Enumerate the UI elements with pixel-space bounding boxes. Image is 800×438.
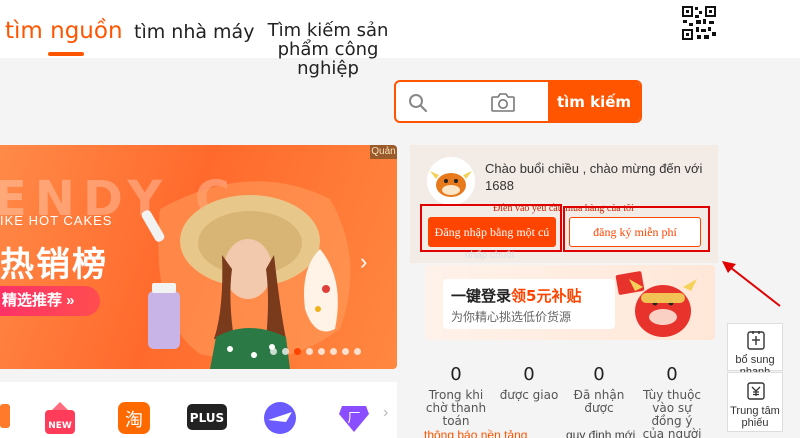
active-tab-underline (48, 52, 84, 56)
voucher-icon (747, 382, 765, 400)
quick-supplement-tool[interactable]: bổ sung nhanh chóng (727, 323, 783, 390)
tab-industrial-products[interactable]: Tìm kiếm sản phẩm công nghiệp (262, 21, 394, 78)
order-stat[interactable]: 0 Đã nhận được (566, 365, 632, 415)
banner-corner-tag: Quản (370, 145, 397, 159)
camera-icon[interactable] (490, 91, 516, 113)
promo-title-accent: 领5元补贴 (511, 287, 582, 305)
highlight-box-login (420, 204, 562, 252)
order-stat-count: 0 (450, 364, 462, 385)
red-annotation-arrow (722, 261, 781, 307)
order-stat[interactable]: 0 được giao (496, 365, 562, 402)
tab-new-rules[interactable]: quy định mới (566, 428, 635, 438)
taobao-icon[interactable]: 淘 (116, 400, 152, 436)
order-stat-label: Tùy thuộc vào sự đồng ý của người bán (642, 388, 702, 438)
supplement-icon (747, 331, 765, 350)
order-stat[interactable]: 0 Tùy thuộc vào sự đồng ý của người bán (639, 365, 705, 438)
bull-mascot-avatar (427, 157, 475, 205)
factory-direct-icon[interactable]: 厂 (336, 400, 372, 436)
greeting-text: Chào buổi chiều , chào mừng đến với 1688 (485, 161, 703, 193)
plus-membership-icon[interactable]: PLUS (186, 400, 228, 434)
tab-platform-notice[interactable]: thông báo nền tảng (424, 428, 527, 438)
svg-text:NEW: NEW (48, 421, 72, 431)
promo-subtitle: 为你精心挑选低价货源 (451, 310, 572, 324)
svg-text:淘: 淘 (125, 410, 143, 431)
carousel-dot[interactable] (282, 348, 289, 355)
carousel-dot[interactable] (330, 348, 337, 355)
svg-text:厂: 厂 (347, 411, 360, 426)
order-stat-label: Trong khi chờ thanh toán (425, 388, 487, 428)
promo-title: 一键登录领5元补贴 (451, 285, 581, 306)
promo-title-prefix: 一键登录 (451, 287, 512, 305)
bull-mascot-illustration (615, 271, 697, 337)
order-stat-label: Đã nhận được (573, 388, 625, 415)
carousel-dot[interactable] (306, 348, 313, 355)
carousel-dot[interactable] (342, 348, 349, 355)
svg-text:PLUS: PLUS (190, 411, 224, 425)
search-icon (409, 94, 428, 113)
tab-find-source[interactable]: tìm nguồn (5, 18, 123, 44)
carousel-dots[interactable] (270, 348, 361, 355)
promo-card: 一键登录领5元补贴 为你精心挑选低价货源 (443, 279, 615, 329)
new-arrivals-icon[interactable]: NEW (42, 400, 78, 436)
top-bar: tìm nguồn tìm nhà máy Tìm kiếm sản phẩm … (0, 0, 800, 78)
voucher-center-label: Trung tâm phiếu (730, 405, 780, 429)
banner-subtitle: IKE HOT CAKES (0, 213, 113, 228)
order-stat-label: được giao (499, 388, 559, 402)
order-stat-count: 0 (523, 364, 535, 385)
category-icon-partial[interactable] (0, 400, 12, 432)
banner-headline: 热销榜 (0, 245, 108, 285)
banner-cta[interactable]: 精选推荐 » (0, 286, 100, 316)
banner-cta-label: 精选推荐 (2, 292, 63, 309)
login-caption: nhấp chuột (465, 250, 515, 261)
cross-border-icon[interactable] (262, 400, 298, 436)
login-subsidy-promo[interactable]: 一键登录领5元补贴 为你精心挑选低价货源 (425, 265, 715, 340)
promo-banner[interactable]: ENDY C IKE HOT CAKES 热销榜 精选推荐 » › Quản (0, 145, 397, 369)
highlight-box-register (563, 206, 710, 252)
banner-model-illustration (141, 181, 351, 369)
search-button[interactable]: tìm kiếm (548, 82, 640, 121)
search-box[interactable]: tìm kiếm (394, 80, 642, 123)
order-stat-count: 0 (666, 364, 678, 385)
chevron-right-icon[interactable]: › (360, 249, 367, 275)
chevron-right-icon[interactable]: › (383, 404, 388, 422)
tab-find-factory[interactable]: tìm nhà máy (134, 21, 254, 43)
carousel-dot[interactable] (318, 348, 325, 355)
order-stat-count: 0 (593, 364, 605, 385)
voucher-center-tool[interactable]: Trung tâm phiếu (727, 372, 783, 432)
qr-code-icon (681, 5, 717, 41)
carousel-dot[interactable] (294, 348, 301, 355)
carousel-dot[interactable] (270, 348, 277, 355)
carousel-dot[interactable] (354, 348, 361, 355)
order-stat[interactable]: 0 Trong khi chờ thanh toán (423, 365, 489, 428)
category-icon-row: NEW 淘 PLUS 厂 › (0, 382, 397, 438)
